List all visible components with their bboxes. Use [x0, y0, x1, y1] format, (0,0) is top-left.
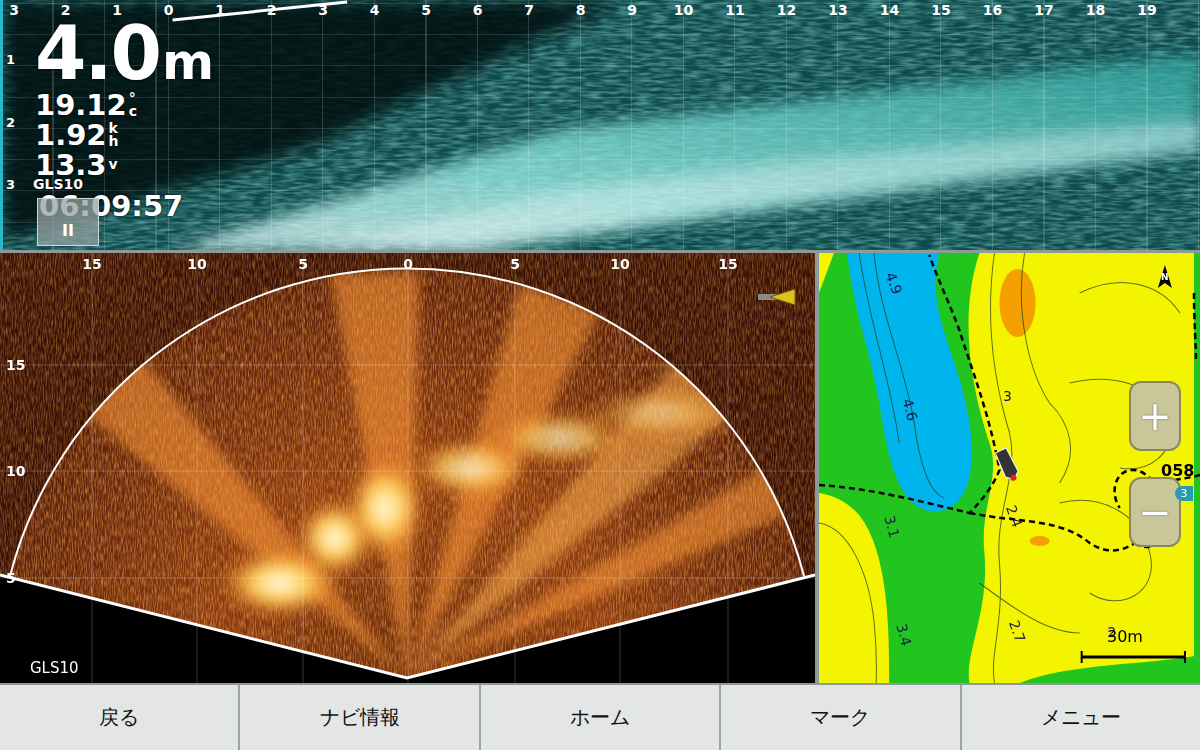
distance-tick: 5 [415, 2, 437, 18]
distance-tick: 16 [982, 2, 1004, 18]
range-tick: 10 [187, 256, 207, 272]
distance-tick: 11 [724, 2, 746, 18]
distance-tick: 2 [261, 2, 283, 18]
distance-tick: 14 [879, 2, 901, 18]
range-tick: 5 [510, 256, 520, 272]
distance-tick: 8 [570, 2, 592, 18]
distance-tick: 18 [1085, 2, 1107, 18]
range-tick: 15 [82, 256, 101, 272]
depth-contour-label: 4.6 [899, 397, 920, 423]
depth-contour-label: 3 [1003, 388, 1012, 404]
livescope-panel: 15 10 5 0 5 10 15 15 10 5 GLS10 [0, 253, 815, 683]
source-label: GLS10 [33, 176, 214, 192]
depth-tick: 2 [6, 115, 15, 130]
soft-key-bar: 戻るナビ情報ホームマークメニュー [0, 685, 1200, 750]
heading-label: 058 [1161, 461, 1194, 480]
source-label: GLS10 [30, 659, 79, 677]
zoom-in-button[interactable]: + [1129, 381, 1181, 451]
distance-tick: 3 [312, 2, 334, 18]
depth-tick: 5 [6, 570, 16, 586]
depth-reading: 4.0m [35, 16, 214, 90]
soft-key-button[interactable]: ホーム [481, 685, 719, 750]
readings-overlay: 4.0m19.12°c1.92kh13.3vGLS10II06:09:57 [35, 16, 214, 232]
depth-map[interactable]: 4.94.632.43.13.42.72N [819, 253, 1200, 683]
distance-tick: 0 [158, 2, 180, 18]
distance-tick: 17 [1033, 2, 1055, 18]
depth-contour-label: 2.4 [1003, 503, 1026, 529]
zoom-out-button[interactable]: − [1129, 477, 1181, 547]
distance-tick: 10 [673, 2, 695, 18]
range-tick: 15 [718, 256, 737, 272]
distance-axis: 321012345678910111213141516171819 [3, 2, 1200, 20]
down-sonar-panel: 3210123456789101112131415161718191234.0m… [0, 0, 1200, 250]
distance-tick: 6 [467, 2, 489, 18]
distance-tick: 1 [209, 2, 231, 18]
distance-tick: 9 [621, 2, 643, 18]
range-tick: 0 [403, 256, 413, 272]
boat-icon [994, 448, 1021, 484]
distance-tick: 3 [3, 2, 25, 18]
range-tick: 5 [298, 256, 308, 272]
sensor-reading: 19.12°c [35, 90, 214, 120]
pause-button[interactable]: II [37, 198, 99, 246]
distance-tick: 15 [930, 2, 952, 18]
distance-tick: 7 [518, 2, 540, 18]
soft-key-button[interactable]: ナビ情報 [240, 685, 478, 750]
soft-key-button[interactable]: 戻る [0, 685, 238, 750]
depth-contour-label: 3.1 [881, 514, 902, 540]
depth-contour-label: 3.4 [893, 622, 914, 648]
forward-sonar-image: 15 10 5 0 5 10 15 15 10 5 GLS10 [0, 253, 815, 683]
depth-tick: 3 [6, 177, 15, 192]
depth-contour-label: 4.9 [883, 270, 906, 296]
soft-key-button[interactable]: マーク [721, 685, 959, 750]
waypoint-badge[interactable]: 3 [1175, 486, 1193, 501]
depth-tick: 15 [6, 357, 25, 373]
soft-key-button[interactable]: メニュー [962, 685, 1200, 750]
distance-tick: 13 [827, 2, 849, 18]
range-tick: 10 [610, 256, 630, 272]
distance-tick: 12 [776, 2, 798, 18]
depth-tick: 10 [6, 463, 26, 479]
distance-tick: 4 [364, 2, 386, 18]
north-arrow-icon [1158, 265, 1172, 288]
fishfinder-screen: 3210123456789101112131415161718191234.0m… [0, 0, 1200, 750]
sensor-reading: 13.3v [35, 150, 214, 180]
distance-tick: 19 [1136, 2, 1158, 18]
scale-label: 30m [1107, 627, 1143, 646]
compass-label: N [1161, 272, 1169, 282]
chart-map[interactable]: 4.94.632.43.13.42.72N+−058330m [819, 253, 1200, 683]
sensor-reading: 1.92kh [35, 120, 214, 150]
depth-contour-label: 2.7 [1006, 618, 1029, 644]
depth-tick: 1 [6, 52, 15, 67]
transducer-icon [758, 289, 795, 305]
